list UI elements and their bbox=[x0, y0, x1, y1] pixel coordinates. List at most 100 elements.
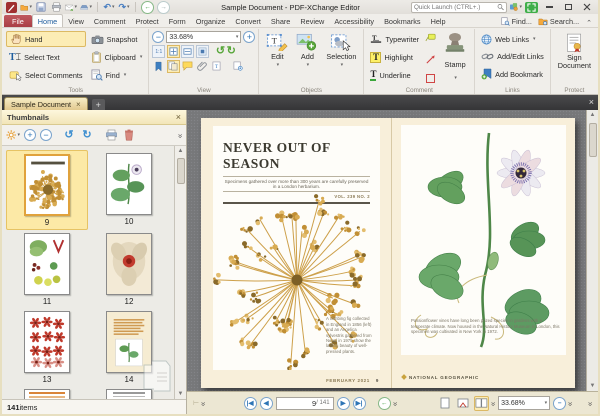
thumbnails-scrollbar[interactable]: ▲ ▼ bbox=[174, 146, 186, 399]
scroll-down-icon[interactable]: ▼ bbox=[178, 389, 184, 399]
search-button[interactable]: Search... bbox=[535, 16, 582, 27]
tab-help[interactable]: Help bbox=[426, 15, 451, 27]
tab-home[interactable]: Home bbox=[32, 14, 63, 27]
maximize-button[interactable] bbox=[560, 2, 576, 13]
first-page-button[interactable]: |◀ bbox=[244, 397, 257, 410]
tab-form[interactable]: Form bbox=[164, 15, 191, 27]
delete-pages-button[interactable] bbox=[122, 128, 136, 142]
statusbar-more-left[interactable]: » bbox=[199, 401, 208, 404]
hand-tool-button[interactable]: Hand bbox=[6, 31, 86, 47]
fit-page-icon[interactable] bbox=[167, 45, 180, 58]
statusbar-zoom-combobox[interactable]: 33.68% bbox=[498, 396, 550, 410]
arrow-tool-button[interactable] bbox=[424, 53, 437, 66]
tab-organize[interactable]: Organize bbox=[191, 15, 231, 27]
pane-options-button[interactable] bbox=[231, 60, 244, 73]
new-tab-button[interactable]: + bbox=[92, 99, 105, 110]
quick-launch-box[interactable] bbox=[411, 2, 507, 13]
tab-accessibility[interactable]: Accessibility bbox=[329, 15, 379, 27]
print-pages-button[interactable] bbox=[104, 128, 118, 142]
scrollbar-thumb[interactable] bbox=[177, 158, 185, 184]
scan-button[interactable] bbox=[80, 2, 92, 13]
tab-protect[interactable]: Protect bbox=[131, 15, 164, 27]
fullscreen-button[interactable] bbox=[525, 2, 538, 13]
find-tool-button[interactable]: Find bbox=[88, 67, 146, 83]
add-edit-links-button[interactable]: Add/Edit Links bbox=[478, 49, 547, 65]
user-settings-icon[interactable] bbox=[510, 2, 522, 13]
fit-visible-icon[interactable] bbox=[196, 45, 209, 58]
collapse-ribbon-button[interactable]: ⌃ bbox=[582, 19, 596, 27]
select-text-button[interactable]: T⌶ Select Text bbox=[6, 49, 86, 65]
thumbnail-page-15-partial[interactable] bbox=[6, 386, 88, 399]
fit-page-view-button[interactable] bbox=[456, 396, 471, 411]
zoom-out-button[interactable]: − bbox=[152, 31, 164, 43]
thumbnail-page-9[interactable]: 9 bbox=[6, 150, 88, 230]
next-page-button[interactable]: ▶ bbox=[337, 397, 350, 410]
underline-button[interactable]: T Underline bbox=[367, 67, 422, 83]
rotate-cw-page-button[interactable]: ↻ bbox=[80, 128, 94, 142]
scroll-down-icon[interactable]: ▼ bbox=[590, 381, 596, 391]
statusbar-zoom-out-button[interactable]: − bbox=[553, 397, 566, 410]
find-button[interactable]: Find... bbox=[498, 16, 535, 27]
redo-button[interactable]: ↷ bbox=[118, 2, 130, 13]
thumbnail-page-10[interactable]: 10 bbox=[88, 150, 170, 230]
add-object-button[interactable]: Add bbox=[292, 31, 322, 83]
scrollbar-thumb[interactable] bbox=[589, 123, 597, 157]
tab-bookmarks[interactable]: Bookmarks bbox=[379, 15, 426, 27]
email-button[interactable] bbox=[65, 2, 77, 13]
tab-convert[interactable]: Convert bbox=[230, 15, 266, 27]
ribbon-zoom-combobox[interactable]: 33.68% bbox=[166, 31, 241, 43]
last-page-button[interactable]: ▶| bbox=[353, 397, 366, 410]
tab-view[interactable]: View bbox=[63, 15, 89, 27]
rotate-ccw-button[interactable]: ↺ bbox=[216, 46, 225, 57]
close-thumbnails-panel-button[interactable]: × bbox=[176, 112, 181, 122]
minimize-button[interactable] bbox=[541, 2, 557, 13]
back-view-button[interactable]: ← bbox=[141, 1, 154, 14]
tab-review[interactable]: Review bbox=[295, 15, 329, 27]
close-button[interactable] bbox=[579, 2, 595, 13]
fields-pane-button[interactable]: T bbox=[210, 60, 223, 73]
tab-file[interactable]: File bbox=[4, 15, 32, 27]
thumbnail-page-13[interactable]: 13 bbox=[6, 308, 88, 386]
close-pane-button[interactable]: × bbox=[589, 97, 594, 107]
snapshot-button[interactable]: Snapshot bbox=[88, 31, 146, 47]
tab-share[interactable]: Share bbox=[266, 15, 295, 27]
rotate-ccw-page-button[interactable]: ↺ bbox=[62, 128, 76, 142]
zoom-more-button[interactable]: » bbox=[566, 401, 575, 404]
comments-pane-button[interactable] bbox=[181, 60, 194, 73]
document-scrollbar[interactable]: ▲ ▼ bbox=[586, 110, 598, 391]
rotate-cw-button[interactable]: ↻ bbox=[227, 46, 236, 57]
fit-width-icon[interactable] bbox=[181, 45, 194, 58]
quick-launch-input[interactable] bbox=[414, 4, 495, 11]
sign-document-button[interactable]: Sign Document bbox=[554, 31, 595, 73]
thumbnails-zoom-out-button[interactable]: − bbox=[40, 129, 52, 141]
rectangle-tool-button[interactable] bbox=[426, 74, 435, 83]
bookmarks-pane-button[interactable] bbox=[152, 60, 165, 73]
close-tab-icon[interactable]: × bbox=[76, 100, 81, 109]
thumbnails-zoom-in-button[interactable]: + bbox=[24, 129, 36, 141]
open-file-button[interactable] bbox=[20, 2, 32, 13]
undo-button[interactable]: ↶ bbox=[103, 2, 115, 13]
document-tab[interactable]: Sample Document × bbox=[4, 97, 88, 110]
layout-more-button[interactable]: » bbox=[489, 401, 498, 404]
stamp-button[interactable]: Stamp bbox=[439, 31, 471, 83]
thumbnail-page-12[interactable]: 12 bbox=[88, 230, 170, 308]
actual-size-icon[interactable]: 1:1 bbox=[152, 45, 165, 58]
save-button[interactable] bbox=[35, 2, 47, 13]
tab-comment[interactable]: Comment bbox=[89, 15, 131, 27]
previous-page-button[interactable]: ◀ bbox=[260, 397, 273, 410]
thumbnails-options-button[interactable] bbox=[6, 128, 20, 142]
document-view[interactable]: NEVER OUT OF SEASON Specimens gathered o… bbox=[187, 110, 598, 391]
thumbnails-pane-button[interactable] bbox=[167, 60, 180, 73]
typewriter-button[interactable]: T Typewriter bbox=[367, 31, 422, 47]
thumbnails-more-button[interactable]: » bbox=[176, 133, 185, 136]
zoom-in-button[interactable]: + bbox=[243, 31, 255, 43]
selection-button[interactable]: Selection bbox=[322, 31, 360, 83]
attachments-pane-button[interactable] bbox=[196, 60, 209, 73]
web-links-button[interactable]: Web Links bbox=[478, 31, 547, 47]
page-number-field[interactable]: 9/ 141 bbox=[276, 397, 334, 410]
two-page-view-button[interactable] bbox=[474, 396, 489, 411]
clipboard-button[interactable]: Clipboard bbox=[88, 49, 146, 65]
select-comments-button[interactable]: Select Comments bbox=[6, 67, 86, 83]
previous-view-button[interactable]: ← bbox=[378, 397, 391, 410]
single-page-view-button[interactable] bbox=[438, 396, 453, 411]
